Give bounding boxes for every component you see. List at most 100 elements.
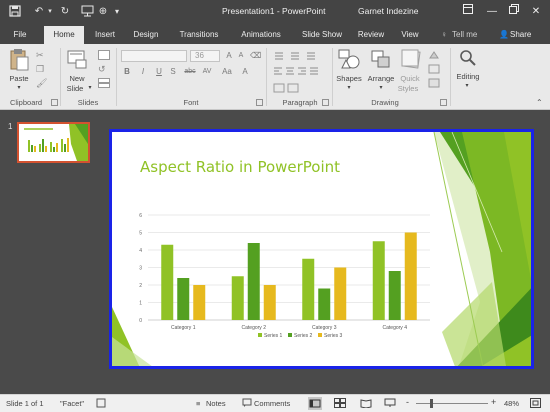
shapes-button[interactable]: Shapes: [334, 74, 364, 83]
cut-icon[interactable]: ✂: [36, 50, 48, 60]
normal-view-icon[interactable]: [308, 397, 322, 410]
x-tick-label: Category 4: [383, 325, 408, 331]
save-icon[interactable]: [8, 5, 22, 19]
spacing-button[interactable]: AV: [200, 66, 214, 77]
copy-icon[interactable]: ❐: [36, 64, 48, 74]
tab-view[interactable]: View: [396, 26, 424, 44]
shrink-font-icon[interactable]: A: [236, 50, 246, 61]
legend-swatch: [318, 333, 322, 337]
shapes-icon[interactable]: [338, 48, 360, 70]
thumbnail-preview: [19, 124, 88, 161]
shape-outline-icon[interactable]: [428, 64, 440, 74]
font-launcher-icon[interactable]: [256, 99, 263, 106]
paste-icon[interactable]: [8, 48, 30, 72]
format-painter-icon[interactable]: 🖌: [36, 78, 48, 88]
tab-design[interactable]: Design: [128, 26, 164, 44]
drawing-launcher-icon[interactable]: [440, 99, 447, 106]
new-slide-dropdown-icon[interactable]: ▾: [86, 84, 94, 91]
fit-to-window-icon[interactable]: [530, 398, 541, 410]
editing-button[interactable]: Editing: [450, 72, 486, 81]
comments-button[interactable]: Comments: [254, 399, 290, 408]
touch-mode-icon[interactable]: ⊕: [96, 5, 110, 19]
customize-icon[interactable]: ▾: [112, 5, 122, 19]
bar: [231, 276, 244, 320]
y-tick-label: 2: [139, 283, 142, 289]
paste-button[interactable]: Paste: [4, 74, 34, 83]
ribbon-tabs: File Home Insert Design Transitions Anim…: [0, 24, 550, 44]
legend-swatch: [258, 333, 262, 337]
section-icon[interactable]: [98, 78, 110, 88]
new-slide-button[interactable]: New: [62, 74, 92, 83]
redo-icon[interactable]: ↻: [58, 5, 72, 19]
reset-icon[interactable]: ↺: [98, 64, 110, 74]
share-button[interactable]: Share: [510, 26, 538, 44]
paragraph-launcher-icon[interactable]: [322, 99, 329, 106]
maximize-icon[interactable]: [506, 4, 522, 20]
slide-thumbnail[interactable]: [17, 122, 90, 163]
undo-dropdown-icon[interactable]: ▾: [46, 5, 54, 19]
list-buttons[interactable]: [272, 50, 328, 62]
quick-styles-label[interactable]: Styles: [394, 84, 422, 93]
reading-view-icon[interactable]: [360, 398, 372, 410]
present-icon[interactable]: [80, 5, 94, 19]
font-color-button[interactable]: A: [240, 66, 250, 77]
tab-transitions[interactable]: Transitions: [172, 26, 226, 44]
ribbon-display-icon[interactable]: [460, 4, 476, 20]
underline-button[interactable]: U: [154, 66, 164, 77]
zoom-slider[interactable]: [416, 403, 488, 404]
strikethrough-button[interactable]: abc: [182, 66, 198, 77]
font-name-box[interactable]: [121, 50, 187, 62]
paragraph-extra-buttons[interactable]: [272, 82, 328, 94]
quick-styles-button[interactable]: Quick: [396, 74, 424, 83]
editing-icon[interactable]: [458, 48, 478, 70]
zoom-slider-thumb[interactable]: [430, 399, 433, 408]
zoom-in-button[interactable]: +: [491, 397, 496, 407]
tab-animations[interactable]: Animations: [234, 26, 288, 44]
tab-review[interactable]: Review: [354, 26, 388, 44]
shape-fill-icon[interactable]: [428, 50, 440, 60]
shape-effects-icon[interactable]: [428, 78, 440, 88]
accessibility-icon[interactable]: [96, 398, 106, 410]
paste-dropdown-icon[interactable]: ▾: [14, 84, 24, 91]
slide-sorter-icon[interactable]: [334, 398, 346, 410]
alignment-buttons[interactable]: [272, 66, 328, 78]
arrange-dropdown-icon[interactable]: ▾: [376, 84, 386, 91]
tab-home[interactable]: Home: [44, 26, 84, 44]
minimize-icon[interactable]: —: [484, 4, 500, 20]
close-icon[interactable]: ✕: [528, 4, 544, 20]
italic-button[interactable]: I: [138, 66, 148, 77]
clipboard-launcher-icon[interactable]: [51, 99, 58, 106]
zoom-out-button[interactable]: -: [406, 397, 409, 407]
change-case-button[interactable]: Aa: [220, 66, 234, 77]
user-name[interactable]: Garnet Indezine: [358, 6, 418, 16]
slide-counter: Slide 1 of 1: [6, 399, 44, 408]
new-slide-icon[interactable]: [66, 48, 88, 72]
notes-icon[interactable]: ≡: [196, 399, 200, 408]
tab-slide-show[interactable]: Slide Show: [296, 26, 348, 44]
editing-dropdown-icon[interactable]: ▾: [462, 82, 472, 89]
tab-file[interactable]: File: [6, 26, 34, 44]
undo-icon[interactable]: ↶: [32, 5, 46, 19]
shapes-dropdown-icon[interactable]: ▾: [344, 84, 354, 91]
theme-name: "Facet": [60, 399, 85, 408]
slide-number: 1: [8, 122, 13, 131]
collapse-ribbon-icon[interactable]: ⌃: [536, 98, 546, 108]
comments-icon[interactable]: [242, 398, 252, 410]
quick-styles-icon[interactable]: [400, 48, 422, 70]
tell-me-box[interactable]: Tell me: [452, 26, 482, 44]
zoom-level[interactable]: 48%: [504, 399, 519, 408]
shadow-button[interactable]: S: [168, 66, 178, 77]
tab-insert[interactable]: Insert: [88, 26, 122, 44]
slideshow-icon[interactable]: [384, 398, 396, 410]
x-tick-label: Category 2: [242, 325, 267, 331]
clear-format-icon[interactable]: ⌫: [250, 50, 261, 61]
notes-button[interactable]: Notes: [206, 399, 226, 408]
arrange-icon[interactable]: [370, 48, 392, 70]
grow-font-icon[interactable]: A: [224, 50, 234, 61]
font-size-box[interactable]: 36: [190, 50, 220, 62]
bar-chart[interactable]: 0 1 2 3 4 5 6 Category 1 Category 2 Category 3 Cat…: [112, 132, 534, 369]
layout-icon[interactable]: [98, 50, 110, 60]
bold-button[interactable]: B: [122, 66, 132, 77]
arrange-button[interactable]: Arrange: [362, 74, 400, 83]
slide-canvas[interactable]: Aspect Ratio in PowerPoint 0 1 2 3 4 5 6 Catego…: [109, 129, 534, 369]
